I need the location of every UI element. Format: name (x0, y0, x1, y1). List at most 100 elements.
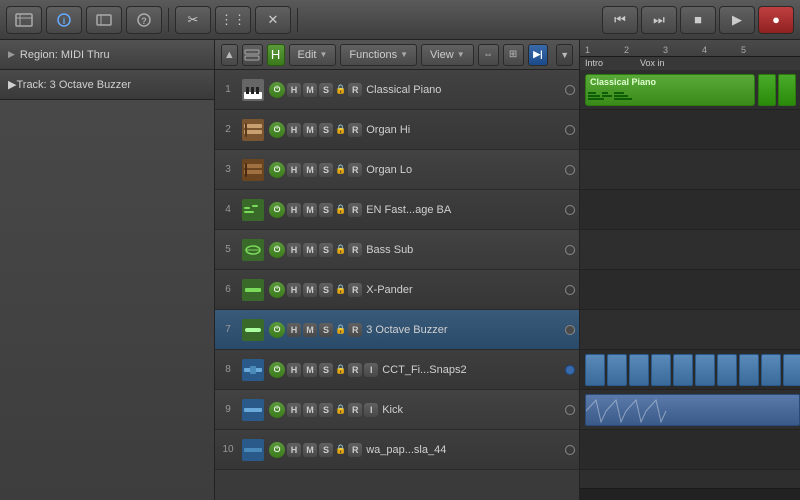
audio-block-8h[interactable] (739, 354, 759, 386)
i-btn[interactable]: I (364, 403, 378, 417)
s-btn[interactable]: S (319, 323, 333, 337)
audio-block-8c[interactable] (629, 354, 649, 386)
power-btn[interactable]: ⏻ (269, 362, 285, 378)
record-button[interactable]: ● (758, 6, 794, 34)
functions-btn[interactable]: Functions ▼ (340, 44, 417, 66)
m-btn[interactable]: M (303, 243, 317, 257)
audio-block-8a[interactable] (585, 354, 605, 386)
s-btn[interactable]: S (319, 363, 333, 377)
s-btn[interactable]: S (319, 83, 333, 97)
r-btn[interactable]: R (348, 83, 362, 97)
r-btn[interactable]: R (348, 403, 362, 417)
toolbar-btn-2[interactable]: i (46, 6, 82, 34)
fast-forward-button[interactable]: ⏭ (641, 6, 677, 34)
power-btn[interactable]: ⏻ (269, 322, 285, 338)
audio-block-8b[interactable] (607, 354, 627, 386)
m-btn[interactable]: M (303, 323, 317, 337)
m-btn[interactable]: M (303, 203, 317, 217)
track-header[interactable]: ▶ Track: 3 Octave Buzzer (0, 70, 214, 100)
h-btn[interactable]: H (287, 323, 301, 337)
m-btn[interactable]: M (303, 123, 317, 137)
audio-block-8g[interactable] (717, 354, 737, 386)
audio-block-8i[interactable] (761, 354, 781, 386)
power-btn[interactable]: ⏻ (269, 402, 285, 418)
power-btn[interactable]: ⏻ (269, 82, 285, 98)
r-btn[interactable]: R (348, 123, 362, 137)
link-icon-btn[interactable]: ⊞ (503, 44, 524, 66)
track-row[interactable]: 6 ⏻ H M S 🔒 R X-Pander (215, 270, 579, 310)
track-row[interactable]: 10 ⏻ H M S 🔒 R wa_pap...sla_44 (215, 430, 579, 470)
toolbar-btn-4[interactable]: ? (126, 6, 162, 34)
r-btn[interactable]: R (348, 363, 362, 377)
power-btn[interactable]: ⏻ (269, 282, 285, 298)
kick-block[interactable] (585, 394, 800, 426)
h-btn[interactable]: H (287, 243, 301, 257)
power-btn[interactable]: ⏻ (269, 242, 285, 258)
h-btn[interactable]: H (287, 123, 301, 137)
audio-block-8j[interactable] (783, 354, 800, 386)
edit-btn[interactable]: Edit ▼ (289, 44, 337, 66)
s-btn[interactable]: S (319, 403, 333, 417)
toolbar-btn-cut[interactable]: ✕ (255, 6, 291, 34)
s-btn[interactable]: S (319, 123, 333, 137)
toolbar-btn-scissors[interactable]: ✂ (175, 6, 211, 34)
m-btn[interactable]: M (303, 443, 317, 457)
track-row-selected[interactable]: 7 ⏻ H M S 🔒 R 3 Octave Buzzer (215, 310, 579, 350)
s-btn[interactable]: S (319, 443, 333, 457)
r-btn[interactable]: R (348, 163, 362, 177)
h-btn[interactable]: H (287, 403, 301, 417)
h-btn[interactable]: H (287, 203, 301, 217)
r-btn[interactable]: R (348, 323, 362, 337)
audio-block-8f[interactable] (695, 354, 715, 386)
block-1b[interactable] (758, 74, 776, 106)
m-btn[interactable]: M (303, 283, 317, 297)
toolbar-btn-1[interactable] (6, 6, 42, 34)
track-row[interactable]: 1 ⏻ H M S 🔒 R (215, 70, 579, 110)
h-btn[interactable]: H (287, 283, 301, 297)
h-btn[interactable]: H (287, 363, 301, 377)
scrollbar[interactable] (580, 488, 800, 500)
power-btn[interactable]: ⏻ (269, 202, 285, 218)
tracks-icon-btn[interactable] (242, 44, 263, 66)
s-btn[interactable]: S (319, 243, 333, 257)
track-row[interactable]: 3 ⏻ H M S 🔒 R Organ L (215, 150, 579, 190)
resize-icon-btn[interactable]: ⇔ (478, 44, 499, 66)
h-btn[interactable]: H (287, 163, 301, 177)
audio-block-8e[interactable] (673, 354, 693, 386)
power-btn[interactable]: ⏻ (269, 442, 285, 458)
region-header[interactable]: ▶ Region: MIDI Thru (0, 40, 214, 70)
r-btn[interactable]: R (348, 283, 362, 297)
m-btn[interactable]: M (303, 403, 317, 417)
stop-button[interactable]: ■ (680, 6, 716, 34)
track-row[interactable]: 8 ⏻ H M S 🔒 R I CCT_Fi.. (215, 350, 579, 390)
tracks-nav-up[interactable]: ▲ (221, 44, 238, 66)
view-btn[interactable]: View ▼ (421, 44, 474, 66)
m-btn[interactable]: M (303, 163, 317, 177)
r-btn[interactable]: R (348, 243, 362, 257)
track-row[interactable]: 2 ⏻ H M S 🔒 R Organ H (215, 110, 579, 150)
s-btn[interactable]: S (319, 163, 333, 177)
audio-block-8d[interactable] (651, 354, 671, 386)
toolbar-btn-3[interactable] (86, 6, 122, 34)
r-btn[interactable]: R (348, 203, 362, 217)
block-1c[interactable] (778, 74, 796, 106)
track-row[interactable]: 5 ⏻ H M S 🔒 R Bass Sub (215, 230, 579, 270)
i-btn[interactable]: I (364, 363, 378, 377)
track-row[interactable]: 9 ⏻ H M S 🔒 R I Kick (215, 390, 579, 430)
power-btn[interactable]: ⏻ (269, 162, 285, 178)
m-btn[interactable]: M (303, 83, 317, 97)
s-btn[interactable]: S (319, 283, 333, 297)
play-button[interactable]: ▶ (719, 6, 755, 34)
power-btn[interactable]: ⏻ (269, 122, 285, 138)
h-btn[interactable]: H (287, 83, 301, 97)
green-add-btn[interactable]: H (267, 44, 285, 66)
r-btn[interactable]: R (348, 443, 362, 457)
s-btn[interactable]: S (319, 203, 333, 217)
midi-icon-btn[interactable]: ▶| (528, 44, 549, 66)
m-btn[interactable]: M (303, 363, 317, 377)
collapse-btn[interactable]: ▼ (556, 44, 573, 66)
rewind-button[interactable]: ⏮ (602, 6, 638, 34)
h-btn[interactable]: H (287, 443, 301, 457)
toolbar-btn-equalizer[interactable]: ⋮⋮ (215, 6, 251, 34)
classical-piano-block[interactable]: Classical Piano (585, 74, 755, 106)
